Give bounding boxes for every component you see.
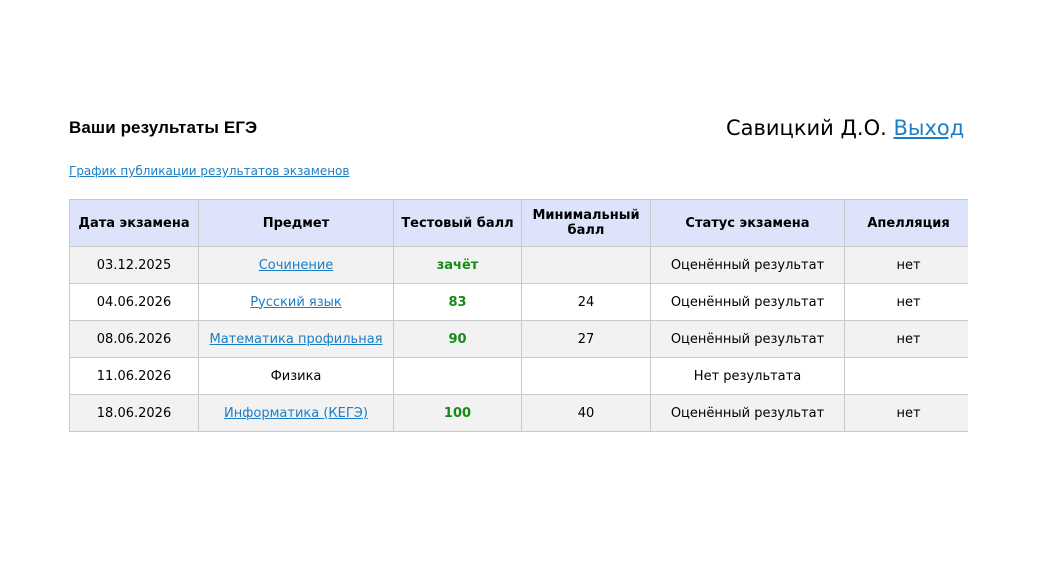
exam-status-cell: Оценённый результат — [650, 320, 845, 358]
test-score: зачёт — [436, 257, 479, 273]
table-row: 11.06.2026 Физика Нет результата — [69, 357, 973, 395]
test-score: 90 — [448, 331, 467, 347]
col-header-min-score: Минимальный балл — [521, 199, 651, 247]
appeal-status-cell: нет — [844, 394, 973, 432]
viewport-edge — [968, 0, 1040, 562]
test-score: 83 — [448, 294, 467, 310]
results-table: Дата экзамена Предмет Тестовый балл Мини… — [69, 199, 973, 432]
min-score-cell: 40 — [521, 394, 651, 432]
exam-date-cell: 11.06.2026 — [69, 357, 199, 395]
table-row: 04.06.2026 Русский язык 83 24 Оценённый резу… — [69, 283, 973, 321]
subject-link-cell: Русский язык — [198, 283, 394, 321]
appeal-status: нет — [896, 405, 921, 421]
exam-date: 03.12.2025 — [96, 257, 172, 273]
schedule-link[interactable]: График публикации результатов экзаменов — [69, 164, 349, 178]
appeal-status: нет — [896, 257, 921, 273]
exam-date: 04.06.2026 — [96, 294, 172, 310]
test-score: 100 — [443, 405, 472, 421]
min-score-cell: 24 — [521, 283, 651, 321]
exam-date: 08.06.2026 — [96, 331, 172, 347]
page-title: Ваши результаты ЕГЭ — [69, 118, 258, 137]
appeal-status: нет — [896, 294, 921, 310]
subject-link-cell: Информатика (КЕГЭ) — [198, 394, 394, 432]
subject-link[interactable]: Математика профильная — [209, 332, 382, 347]
col-header-appeal: Апелляция — [844, 199, 973, 247]
subject-link-cell: Сочинение — [198, 246, 394, 284]
col-header-date: Дата экзамена — [69, 199, 199, 247]
min-score: 27 — [577, 331, 595, 347]
exam-date-cell: 18.06.2026 — [69, 394, 199, 432]
appeal-status-cell: нет — [844, 320, 973, 358]
subject-link[interactable]: Информатика (КЕГЭ) — [224, 406, 368, 421]
min-score-cell — [521, 246, 651, 284]
exam-date: 11.06.2026 — [96, 368, 172, 384]
appeal-status: нет — [896, 331, 921, 347]
appeal-status-cell: нет — [844, 283, 973, 321]
col-header-status: Статус экзамена — [650, 199, 845, 247]
table-row: 08.06.2026 Математика профильная 90 27 Оценё… — [69, 320, 973, 358]
test-score-cell: 83 — [393, 283, 522, 321]
exam-status-cell: Оценённый результат — [650, 394, 845, 432]
exam-status-cell: Оценённый результат — [650, 283, 845, 321]
table-row: 18.06.2026 Информатика (КЕГЭ) 100 40 Оценённ… — [69, 394, 973, 432]
subject-name: Физика — [270, 368, 322, 384]
logout-link[interactable]: Выход — [893, 116, 964, 140]
exam-status: Оценённый результат — [670, 257, 825, 273]
min-score-cell: 27 — [521, 320, 651, 358]
subject-link[interactable]: Русский язык — [250, 295, 342, 310]
exam-date-cell: 04.06.2026 — [69, 283, 199, 321]
exam-status: Нет результата — [693, 368, 802, 384]
min-score: 24 — [577, 294, 595, 310]
exam-date: 18.06.2026 — [96, 405, 172, 421]
subject-link[interactable]: Сочинение — [259, 258, 334, 273]
exam-status: Оценённый результат — [670, 294, 825, 310]
exam-status: Оценённый результат — [670, 331, 825, 347]
col-header-subject: Предмет — [198, 199, 394, 247]
subject-link-cell: Математика профильная — [198, 320, 394, 358]
exam-date-cell: 08.06.2026 — [69, 320, 199, 358]
test-score-cell: 90 — [393, 320, 522, 358]
exam-date-cell: 03.12.2025 — [69, 246, 199, 284]
user-block: Савицкий Д.О. Выход — [726, 116, 964, 140]
min-score: 40 — [577, 405, 595, 421]
table-row: 03.12.2025 Сочинение зачёт Оценённый резуль… — [69, 246, 973, 284]
table-header-row: Дата экзамена Предмет Тестовый балл Мини… — [69, 199, 973, 247]
min-score-cell — [521, 357, 651, 395]
test-score-cell: 100 — [393, 394, 522, 432]
test-score-cell: зачёт — [393, 246, 522, 284]
results-page: Ваши результаты ЕГЭ Савицкий Д.О. Выход … — [0, 0, 1040, 562]
appeal-status-cell — [844, 357, 973, 395]
exam-status: Оценённый результат — [670, 405, 825, 421]
exam-status-cell: Оценённый результат — [650, 246, 845, 284]
user-name: Савицкий Д.О. — [726, 116, 887, 140]
subject-name-cell: Физика — [198, 357, 394, 395]
col-header-score: Тестовый балл — [393, 199, 522, 247]
appeal-status-cell: нет — [844, 246, 973, 284]
exam-status-cell: Нет результата — [650, 357, 845, 395]
test-score-cell — [393, 357, 522, 395]
